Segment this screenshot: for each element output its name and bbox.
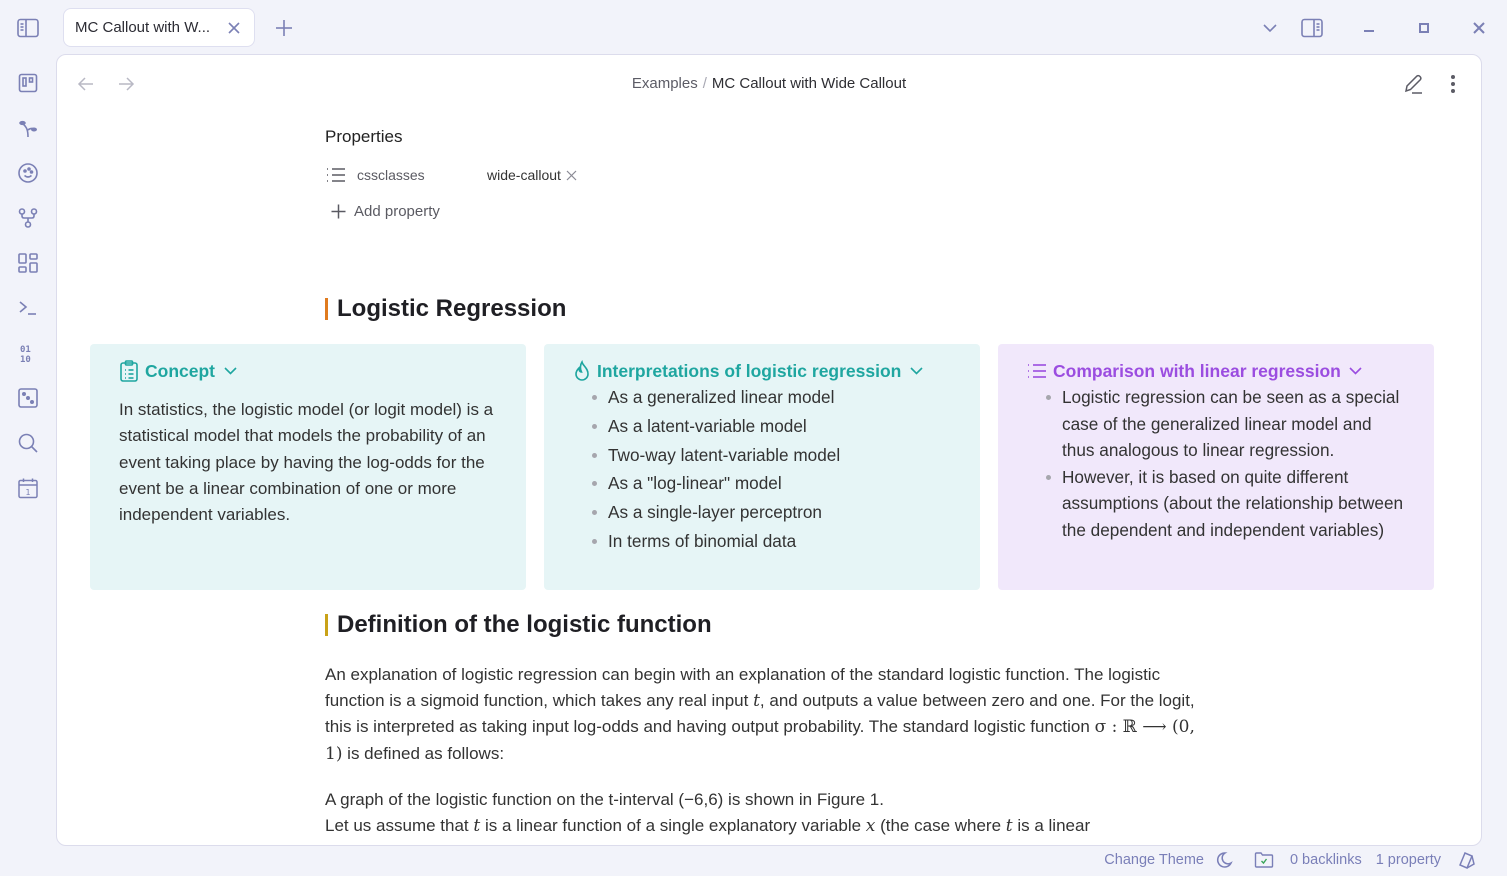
list-icon xyxy=(1027,363,1047,379)
change-theme-button[interactable]: Change Theme xyxy=(1104,850,1234,870)
text-span: is defined as follows: xyxy=(342,743,505,763)
sprout-icon[interactable] xyxy=(0,105,56,150)
backlinks-label: 0 backlinks xyxy=(1289,852,1362,868)
status-bar: Change Theme 0 backlinks 1 property xyxy=(1090,850,1477,870)
sidebar-toggle-icon[interactable] xyxy=(16,16,40,40)
callout-title: Interpretations of logistic regression xyxy=(597,360,902,381)
heading-text: Logistic Regression xyxy=(337,295,567,322)
heading-definition: Definition of the logistic function xyxy=(325,611,712,639)
callout-concept: Concept In statistics, the logistic mode… xyxy=(90,344,526,590)
chevron-down-icon[interactable] xyxy=(1349,364,1363,378)
clipboard-list-icon xyxy=(119,360,139,382)
callout-row: Concept In statistics, the logistic mode… xyxy=(90,344,1434,590)
callout-list: Logistic regression can be seen as a spe… xyxy=(1027,384,1405,543)
callout-header[interactable]: Interpretations of logistic regression xyxy=(573,358,951,384)
list-item: Two-way latent-variable model xyxy=(573,441,951,470)
callout-body: In statistics, the logistic model (or lo… xyxy=(119,400,494,525)
property-count-label: 1 property xyxy=(1375,852,1441,868)
heading-text: Definition of the logistic function xyxy=(337,611,712,638)
flame-icon xyxy=(573,360,591,382)
calendar-icon[interactable]: 1 xyxy=(0,465,56,510)
callout-title: Comparison with linear regression xyxy=(1053,360,1341,381)
list-item: As a generalized linear model xyxy=(573,383,951,412)
right-sidebar-icon[interactable] xyxy=(1300,14,1324,42)
property-value-pill[interactable]: wide-callout xyxy=(487,167,579,183)
add-property-button[interactable]: Add property xyxy=(325,203,825,220)
binary-icon[interactable]: 01 10 xyxy=(0,330,56,375)
callout-interpretations: Interpretations of logistic regression A… xyxy=(544,344,980,590)
properties-panel: Properties cssclasses wide-callout Add p… xyxy=(325,127,825,220)
more-options-icon[interactable] xyxy=(1442,71,1464,97)
terminal-icon[interactable] xyxy=(0,285,56,330)
list-item: As a single-layer perceptron xyxy=(573,498,951,527)
callout-header[interactable]: Comparison with linear regression xyxy=(1027,358,1405,384)
tab-list-chevron-down-icon[interactable] xyxy=(1255,14,1285,42)
breadcrumb-current[interactable]: MC Callout with Wide Callout xyxy=(712,75,906,92)
text-span: is a linear xyxy=(1012,816,1091,836)
backlinks-count[interactable]: 0 backlinks xyxy=(1290,852,1362,868)
window-close-icon[interactable] xyxy=(1469,14,1489,42)
heading-logistic-regression: Logistic Regression xyxy=(325,295,566,323)
list-item: As a latent-variable model xyxy=(573,412,951,441)
list-item: However, it is based on quite different … xyxy=(1027,464,1405,544)
properties-title: Properties xyxy=(325,127,403,146)
math-inline: t xyxy=(753,691,760,712)
text-span: (the case where xyxy=(875,816,1006,836)
editor-pane: Examples / MC Callout with Wide Callout Pr… xyxy=(56,54,1482,846)
list-icon xyxy=(325,167,347,183)
heading-accent-bar xyxy=(325,298,328,320)
moon-icon xyxy=(1214,850,1234,870)
list-item: In terms of binomial data xyxy=(573,527,951,556)
cookie-icon[interactable] xyxy=(0,150,56,195)
plus-icon xyxy=(331,204,346,219)
tab-active-note[interactable]: MC Callout with W... xyxy=(63,8,255,47)
dashboard-icon[interactable] xyxy=(0,240,56,285)
maximize-icon[interactable] xyxy=(1414,14,1434,42)
list-item: As a "log-linear" model xyxy=(573,469,951,498)
property-key-label: cssclasses xyxy=(357,167,425,183)
cards-icon[interactable] xyxy=(1457,850,1477,870)
text-span: Let us assume that xyxy=(325,816,474,836)
folder-check-icon xyxy=(1254,850,1274,870)
breadcrumb-parent[interactable]: Examples xyxy=(632,75,698,92)
chevron-down-icon[interactable] xyxy=(223,364,237,378)
sync-status-button[interactable] xyxy=(1254,850,1274,870)
remove-value-close-icon[interactable] xyxy=(565,168,579,182)
heading-accent-bar xyxy=(325,614,328,636)
callout-title: Concept xyxy=(145,360,215,381)
svg-text:01: 01 xyxy=(20,345,31,355)
svg-text:1: 1 xyxy=(25,488,30,497)
tab-title: MC Callout with W... xyxy=(75,19,211,36)
dice-icon[interactable] xyxy=(0,375,56,420)
change-theme-label: Change Theme xyxy=(1104,852,1204,868)
breadcrumb-separator: / xyxy=(702,75,707,92)
property-key[interactable]: cssclasses xyxy=(325,167,487,183)
property-row: cssclasses wide-callout xyxy=(325,164,825,186)
minimize-icon[interactable] xyxy=(1359,14,1379,42)
callout-list: As a generalized linear model As a laten… xyxy=(573,383,951,556)
svg-text:10: 10 xyxy=(20,355,31,364)
edit-pencil-icon[interactable] xyxy=(1400,71,1426,97)
chevron-down-icon[interactable] xyxy=(909,364,923,378)
math-inline: t xyxy=(1005,816,1013,837)
paragraph-graph: A graph of the logistic function on the … xyxy=(325,787,1205,839)
math-inline: x xyxy=(865,816,876,837)
text-span: is a linear function of a single explana… xyxy=(480,816,866,836)
tab-close-icon[interactable] xyxy=(224,18,244,38)
property-count[interactable]: 1 property xyxy=(1376,852,1441,868)
search-icon[interactable] xyxy=(0,420,56,465)
breadcrumb: Examples / MC Callout with Wide Callout xyxy=(57,75,1481,92)
list-item: Logistic regression can be seen as a spe… xyxy=(1027,384,1405,464)
left-ribbon: 01 10 1 xyxy=(0,60,56,510)
text-line: A graph of the logistic function on the … xyxy=(325,790,884,809)
git-fork-icon[interactable] xyxy=(0,195,56,240)
kanban-icon[interactable] xyxy=(0,60,56,105)
new-tab-plus-icon[interactable] xyxy=(272,16,296,40)
add-property-label: Add property xyxy=(354,203,440,220)
callout-header[interactable]: Concept xyxy=(119,358,497,384)
paragraph-explanation: An explanation of logistic regression ca… xyxy=(325,662,1205,767)
property-value-text: wide-callout xyxy=(487,167,561,183)
text-line: Let us assume that t is a linear functio… xyxy=(325,813,1205,839)
callout-comparison: Comparison with linear regression Logist… xyxy=(998,344,1434,590)
